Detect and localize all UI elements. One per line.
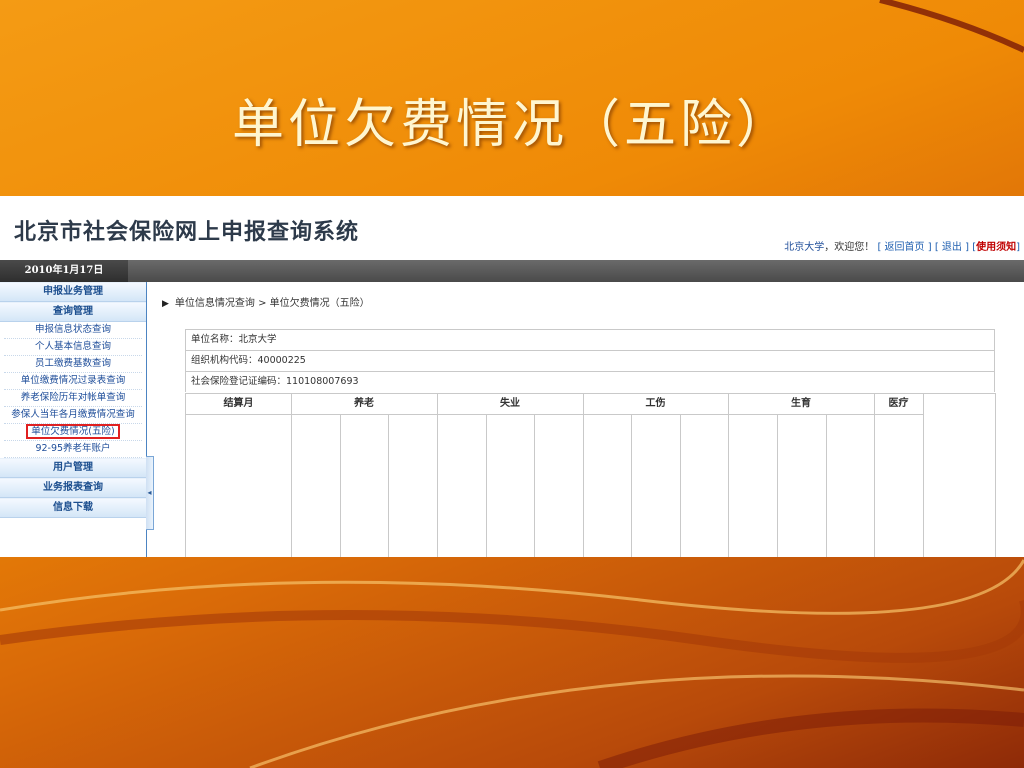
ss-code-row: 社会保险登记证编码：110108007693 [185, 371, 995, 392]
unit-name-row: 单位名称：北京大学 [185, 329, 995, 350]
home-link[interactable]: [ 返回首页 ] [877, 242, 931, 253]
app-screenshot: 北京市社会保险网上申报查询系统 北京大学，欢迎您！ [ 返回首页 ] [ 退出 … [0, 196, 1024, 557]
arrears-table: 结算月 养老 失业 工伤 生育 医疗 [185, 393, 996, 557]
slide-title: 单位欠费情况（五险） [231, 95, 792, 155]
user-bar: 北京大学，欢迎您！ [ 返回首页 ] [ 退出 ] [使用须知] [784, 238, 1020, 253]
col-header-unemployment: 失业 [500, 398, 520, 409]
system-title: 北京市社会保险网上申报查询系统 [14, 220, 360, 245]
header-divider [186, 414, 923, 415]
sidebar-item-monthly-payment[interactable]: 参保人当年各月缴费情况查询 [4, 407, 142, 424]
sidebar-item-unit-arrears[interactable]: 单位欠费情况(五险) [4, 424, 142, 441]
notice-link[interactable]: 使用须知 [976, 242, 1016, 253]
sidebar-section-user-management[interactable]: 用户管理 [0, 458, 146, 478]
welcome-text: ，欢迎您！ [824, 242, 875, 253]
sidebar-section-query[interactable]: 查询管理 [0, 302, 146, 322]
breadcrumb-text: 单位信息情况查询 > 单位欠费情况（五险） [174, 298, 370, 309]
unit-info-table: 单位名称：北京大学 组织机构代码：40000225 社会保险登记证编码：1101… [185, 329, 995, 392]
user-name: 北京大学 [784, 242, 825, 253]
sidebar-item-pension-statement[interactable]: 养老保险历年对帐单查询 [4, 390, 142, 407]
sidebar-section-declaration[interactable]: 申报业务管理 [0, 282, 146, 302]
sidebar-item-unit-payment-record[interactable]: 单位缴费情况过录表查询 [4, 373, 142, 390]
triangle-right-icon: ▶ [162, 299, 169, 309]
sidebar-collapse-handle[interactable]: ◂ [146, 456, 154, 530]
top-nav-bar: 2010年1月17日 [0, 260, 1024, 282]
col-header-maternity: 生育 [791, 398, 811, 409]
sidebar-section-report-query[interactable]: 业务报表查询 [0, 478, 146, 498]
col-header-medical: 医疗 [888, 398, 909, 409]
col-header-pension: 养老 [354, 398, 374, 409]
sidebar: 申报业务管理 查询管理 申报信息状态查询 个人基本信息查询 员工缴费基数查询 单… [0, 282, 147, 557]
chevron-left-icon: ◂ [147, 488, 152, 497]
org-code-row: 组织机构代码：40000225 [185, 350, 995, 371]
col-header-settlement-month: 结算月 [223, 398, 254, 409]
sidebar-item-personal-info[interactable]: 个人基本信息查询 [4, 339, 142, 356]
logout-link[interactable]: [ 退出 ] [935, 242, 969, 253]
col-header-injury: 工伤 [645, 398, 666, 409]
notice-bracket-close: ] [1016, 242, 1020, 253]
sidebar-section-info-download[interactable]: 信息下载 [0, 498, 146, 518]
sidebar-item-employee-base[interactable]: 员工缴费基数查询 [4, 356, 142, 373]
current-date: 2010年1月17日 [0, 260, 128, 282]
sidebar-item-declaration-status[interactable]: 申报信息状态查询 [4, 322, 142, 339]
sidebar-item-pension-account-92-95[interactable]: 92-95养老年账户 [4, 441, 142, 458]
breadcrumb: ▶ 单位信息情况查询 > 单位欠费情况（五险） [162, 294, 370, 309]
